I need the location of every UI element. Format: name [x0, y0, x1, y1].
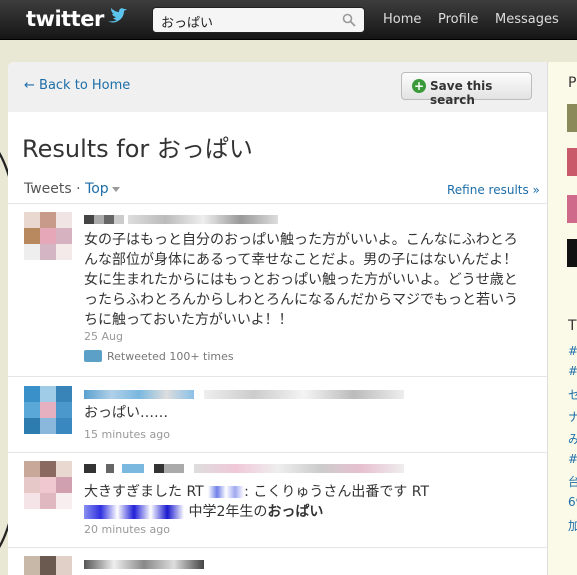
avatar[interactable]	[24, 461, 72, 509]
sidebar-thumbnail[interactable]	[567, 148, 577, 176]
divider	[8, 376, 547, 377]
top-bar: twitter おっぱい Home Profile Messages	[0, 0, 577, 40]
avatar[interactable]	[24, 556, 72, 575]
sidebar-thumbnail[interactable]	[567, 104, 577, 132]
divider	[8, 452, 547, 453]
mention-redacted[interactable]	[84, 505, 184, 519]
trend-item[interactable]: セ	[568, 386, 577, 403]
search-input[interactable]: おっぱい	[161, 12, 213, 31]
sidebar-thumbnail[interactable]	[567, 195, 577, 223]
trend-item[interactable]: ナ	[568, 408, 577, 425]
twitter-logo[interactable]: twitter	[26, 7, 128, 31]
tweet-text: 女の子はもっと自分のおっぱい触った方がいいよ。こんなにふわとろんな部位が身体にあ…	[84, 232, 518, 328]
tweet-author[interactable]	[84, 390, 194, 399]
tweet-text-part: : こくりゅうさん出番です RT	[244, 484, 430, 500]
trend-item[interactable]: 69	[568, 495, 577, 509]
tweet-timestamp[interactable]: 25 Aug	[84, 330, 123, 343]
trends-heading: T	[568, 318, 577, 334]
back-to-home-link[interactable]: ← Back to Home	[24, 78, 130, 93]
plus-icon: +	[412, 79, 426, 93]
tweet-username[interactable]	[194, 464, 404, 473]
tweet-text-part: 中学2年生の	[188, 504, 268, 520]
tweet-text: おっぱい……	[84, 405, 168, 421]
tab-top[interactable]: Top	[85, 181, 109, 197]
tweet-timestamp[interactable]: 20 minutes ago	[84, 523, 170, 536]
tweet-text-part: 大きすぎました RT	[84, 484, 204, 500]
tweet-text: 大きすぎました RT : こくりゅうさん出番です RT 中学2年生のおっぱい	[84, 482, 524, 522]
divider	[8, 203, 547, 204]
sidebar-thumbnail[interactable]	[567, 239, 577, 267]
divider	[8, 547, 547, 548]
tweet-username[interactable]	[128, 215, 278, 224]
retweet-count: Retweeted 100+ times	[107, 350, 234, 363]
trend-item[interactable]: #	[568, 344, 577, 358]
search-term-highlight: おっぱい	[267, 504, 324, 520]
search-results-panel: ← Back to Home + Save this search Result…	[8, 62, 547, 575]
tweet-timestamp[interactable]: 15 minutes ago	[84, 428, 170, 441]
trend-item[interactable]: #e	[568, 452, 577, 466]
tab-tweets[interactable]: Tweets ·	[24, 181, 81, 197]
nav-home[interactable]: Home	[383, 12, 421, 27]
tweet-author[interactable]	[84, 560, 204, 569]
save-search-button[interactable]: + Save this search	[401, 72, 532, 107]
save-search-label: Save this search	[430, 79, 493, 107]
logo-wordmark: twitter	[26, 7, 104, 31]
nav-messages[interactable]: Messages	[495, 12, 559, 27]
avatar[interactable]	[24, 212, 72, 260]
refine-results-link[interactable]: Refine results »	[447, 183, 540, 197]
right-sidebar: P T # # セ ナ み #e 台 69 加	[547, 62, 577, 575]
page-title: Results for おっぱい	[22, 135, 253, 163]
panel-header: ← Back to Home + Save this search	[8, 62, 547, 112]
bird-icon	[106, 7, 128, 31]
mention-redacted[interactable]	[208, 486, 245, 498]
tweet-author[interactable]	[84, 215, 124, 224]
tweet-username[interactable]	[204, 390, 404, 399]
avatar[interactable]	[24, 386, 72, 434]
tweet-author[interactable]	[84, 464, 184, 473]
trend-item[interactable]: 台	[568, 473, 577, 490]
search-icon[interactable]	[342, 13, 356, 27]
results-tabs: Tweets · Top	[24, 181, 120, 197]
trend-item[interactable]: 加	[568, 517, 577, 534]
search-box[interactable]: おっぱい	[152, 7, 365, 33]
nav-profile[interactable]: Profile	[438, 12, 478, 27]
retweet-icon	[84, 350, 102, 362]
trend-item[interactable]: み	[568, 430, 577, 447]
sidebar-heading: P	[568, 75, 577, 91]
trend-item[interactable]: #	[568, 364, 577, 378]
chevron-down-icon[interactable]	[111, 186, 120, 192]
